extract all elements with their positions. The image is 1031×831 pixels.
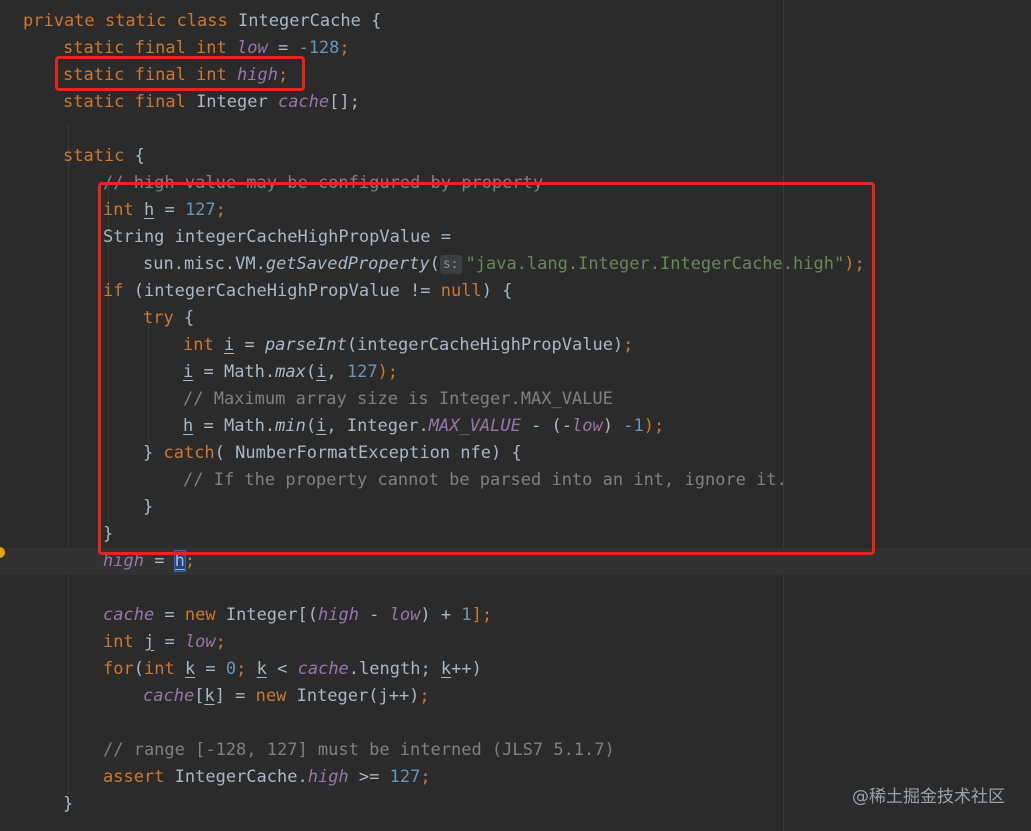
code-line-2: static final int low = -128;	[63, 38, 350, 58]
class-name: IntegerCache	[238, 11, 361, 31]
code-line-25: for(int k = 0; k < cache.length; k++)	[103, 659, 482, 679]
code-line-19: }	[143, 497, 154, 517]
code-line-1: private static class IntegerCache {	[0, 8, 1031, 35]
code-line-17: } catch( NumberFormatException nfe) {	[143, 443, 522, 463]
code-line-9: String integerCacheHighPropValue =	[103, 227, 451, 247]
caret-highlight: h	[173, 550, 186, 572]
code-line-18: // If the property cannot be parsed into…	[183, 470, 787, 490]
keyword: class	[176, 11, 228, 31]
brace: {	[360, 11, 382, 31]
code-line-23: cache = new Integer[(high - low) + 1];	[103, 605, 493, 625]
code-line-24: int j = low;	[103, 632, 226, 652]
keyword: static	[104, 11, 167, 31]
code-line-26: cache[k] = new Integer(j++);	[143, 686, 430, 706]
code-line-14: i = Math.max(i, 127);	[183, 362, 399, 382]
code-line-21-current: high = h;	[0, 548, 1031, 575]
code-line-20: }	[103, 524, 114, 544]
keyword: private	[23, 11, 95, 31]
parameter-hint: s:	[439, 255, 462, 274]
code-line-3: static final int high;	[63, 65, 289, 85]
code-line-4: static final Integer cache[];	[63, 92, 360, 112]
code-line-10: sun.misc.VM.getSavedProperty(s: "java.lan…	[143, 254, 865, 274]
code-line-8: int h = 127;	[103, 200, 226, 220]
code-line-6: static {	[63, 146, 145, 166]
code-line-11: if (integerCacheHighPropValue != null) {	[103, 281, 513, 301]
code-line-16: h = Math.min(i, Integer.MAX_VALUE - (-lo…	[183, 416, 665, 436]
code-line-13: int i = parseInt(integerCacheHighPropVal…	[183, 335, 634, 355]
code-line-28: // range [-128, 127] must be interned (J…	[103, 740, 615, 760]
code-line-7: // high value may be configured by prope…	[103, 173, 544, 193]
code-line-15: // Maximum array size is Integer.MAX_VAL…	[183, 389, 613, 409]
code-line-12: try {	[143, 308, 195, 328]
watermark: @稀土掘金技术社区	[852, 787, 1005, 807]
